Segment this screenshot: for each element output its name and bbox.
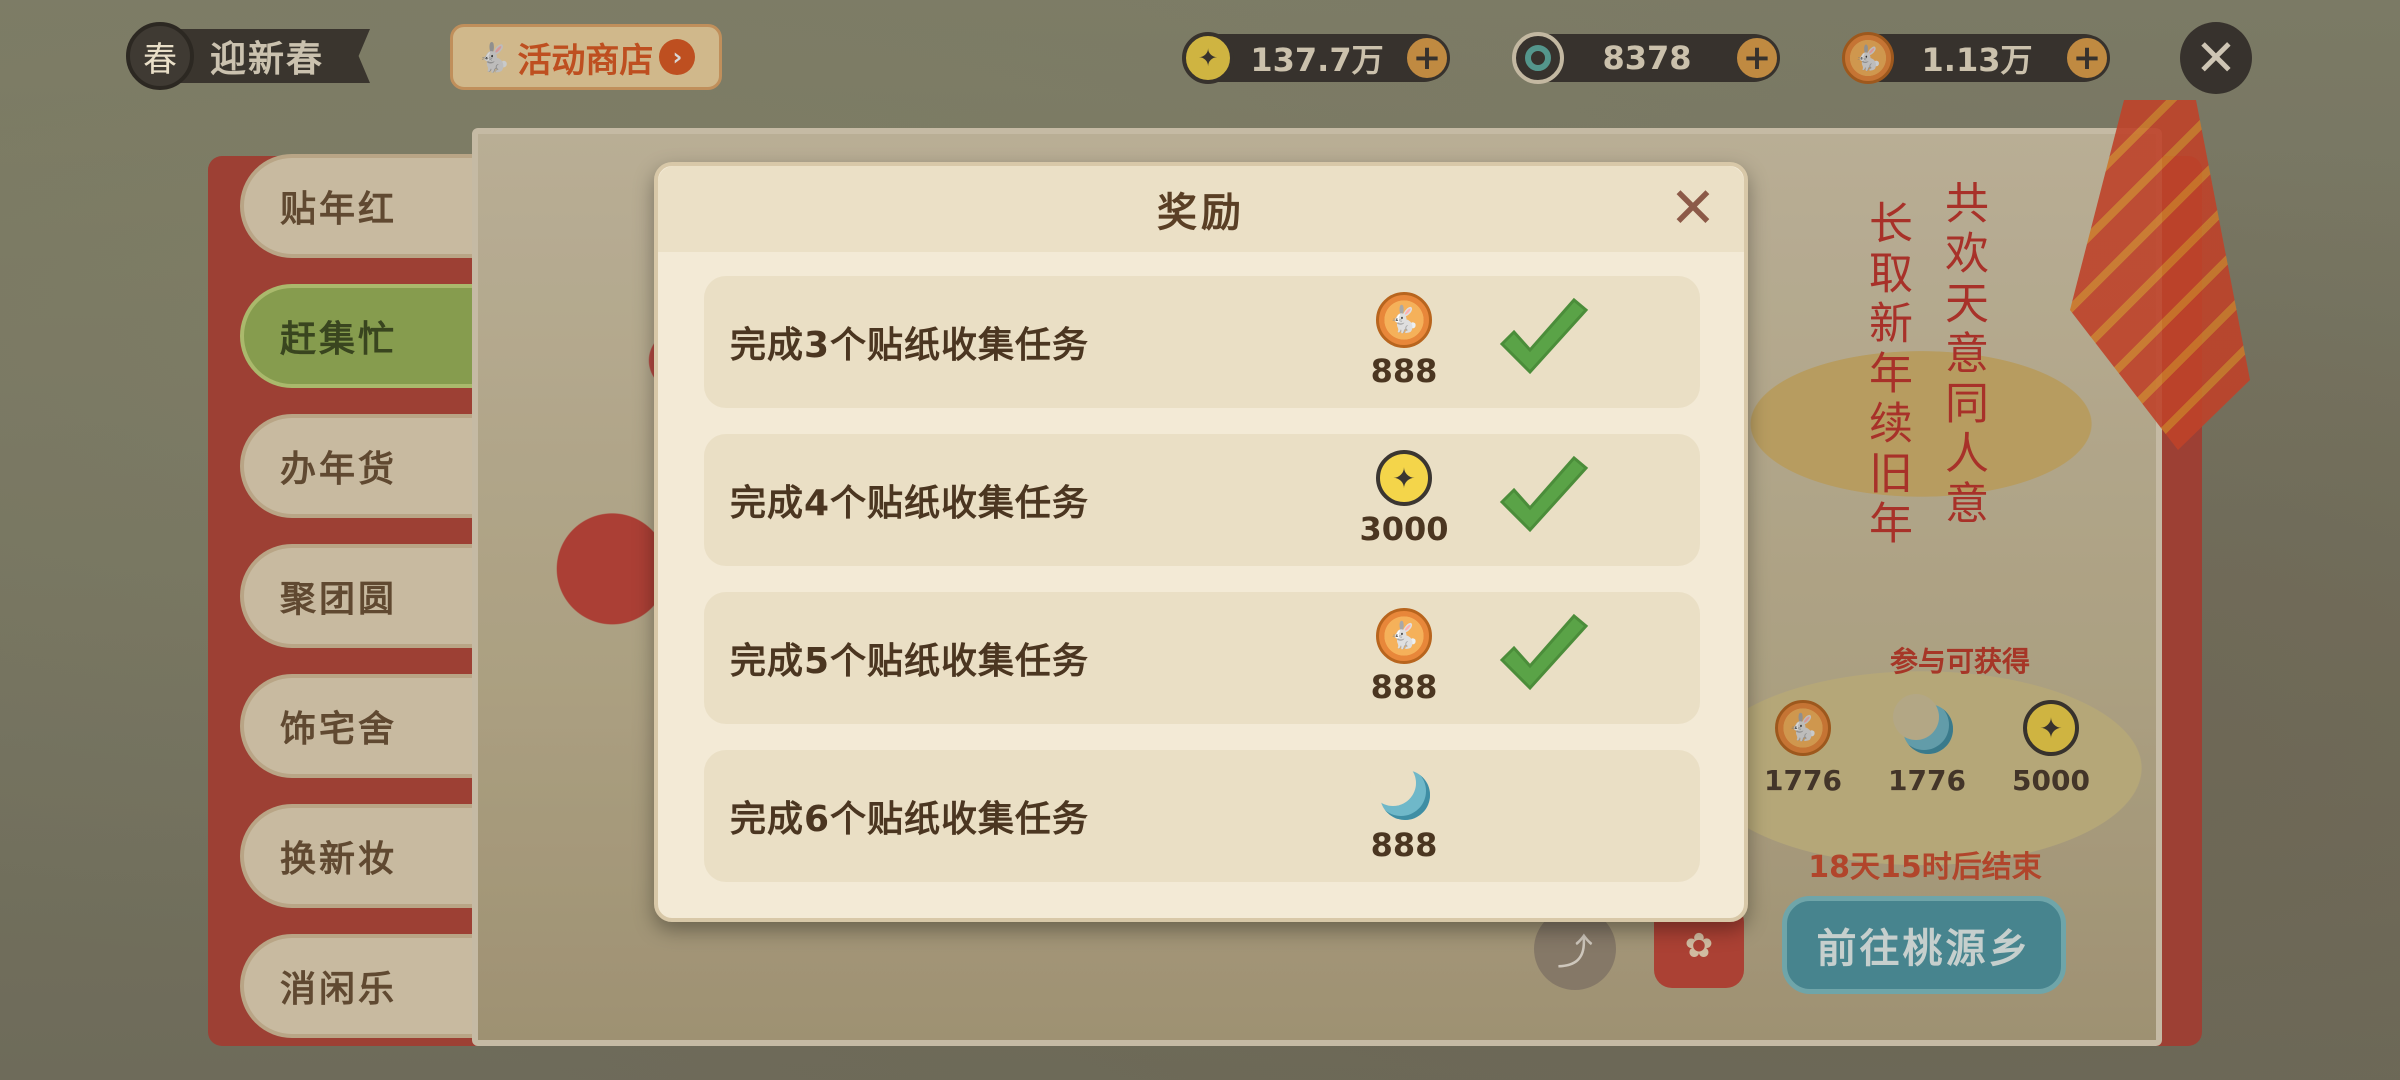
moon-icon [1370,760,1432,822]
task-label: 完成6个贴纸收集任务 [730,799,1090,840]
task-reward-amount: 888 [1370,668,1438,706]
check-icon [1499,455,1589,533]
modal-title: 奖励 [1157,190,1245,236]
check-icon [1499,297,1589,375]
task-label: 完成4个贴纸收集任务 [730,483,1090,524]
rabbit-coin-icon: 🐇 [1376,292,1432,348]
task-label: 完成5个贴纸收集任务 [730,641,1090,682]
close-icon[interactable]: ✕ [1664,180,1722,238]
modal-header: 奖励 [658,166,1744,252]
star-coin-icon: ✦ [1376,450,1432,506]
spring-seal-icon: 春 [126,22,194,90]
task-reward: ✦ 3000 [1344,450,1464,548]
rabbit-coin-icon: 🐇 [1376,608,1432,664]
task-reward: 🐇 888 [1344,292,1464,390]
reward-modal: 奖励 ✕ 完成3个贴纸收集任务 🐇 888 完成4个贴纸收集任务 ✦ 3000 … [654,162,1748,922]
check-icon [1499,613,1589,691]
task-reward-amount: 888 [1370,826,1438,864]
task-label: 完成3个贴纸收集任务 [730,325,1090,366]
task-row: 完成6个贴纸收集任务 888 [704,750,1700,882]
task-row: 完成3个贴纸收集任务 🐇 888 [704,276,1700,408]
task-reward-amount: 888 [1370,352,1438,390]
task-reward: 888 [1344,760,1464,864]
task-reward: 🐇 888 [1344,608,1464,706]
task-row: 完成4个贴纸收集任务 ✦ 3000 [704,434,1700,566]
task-reward-amount: 3000 [1359,510,1449,548]
task-row: 完成5个贴纸收集任务 🐇 888 [704,592,1700,724]
